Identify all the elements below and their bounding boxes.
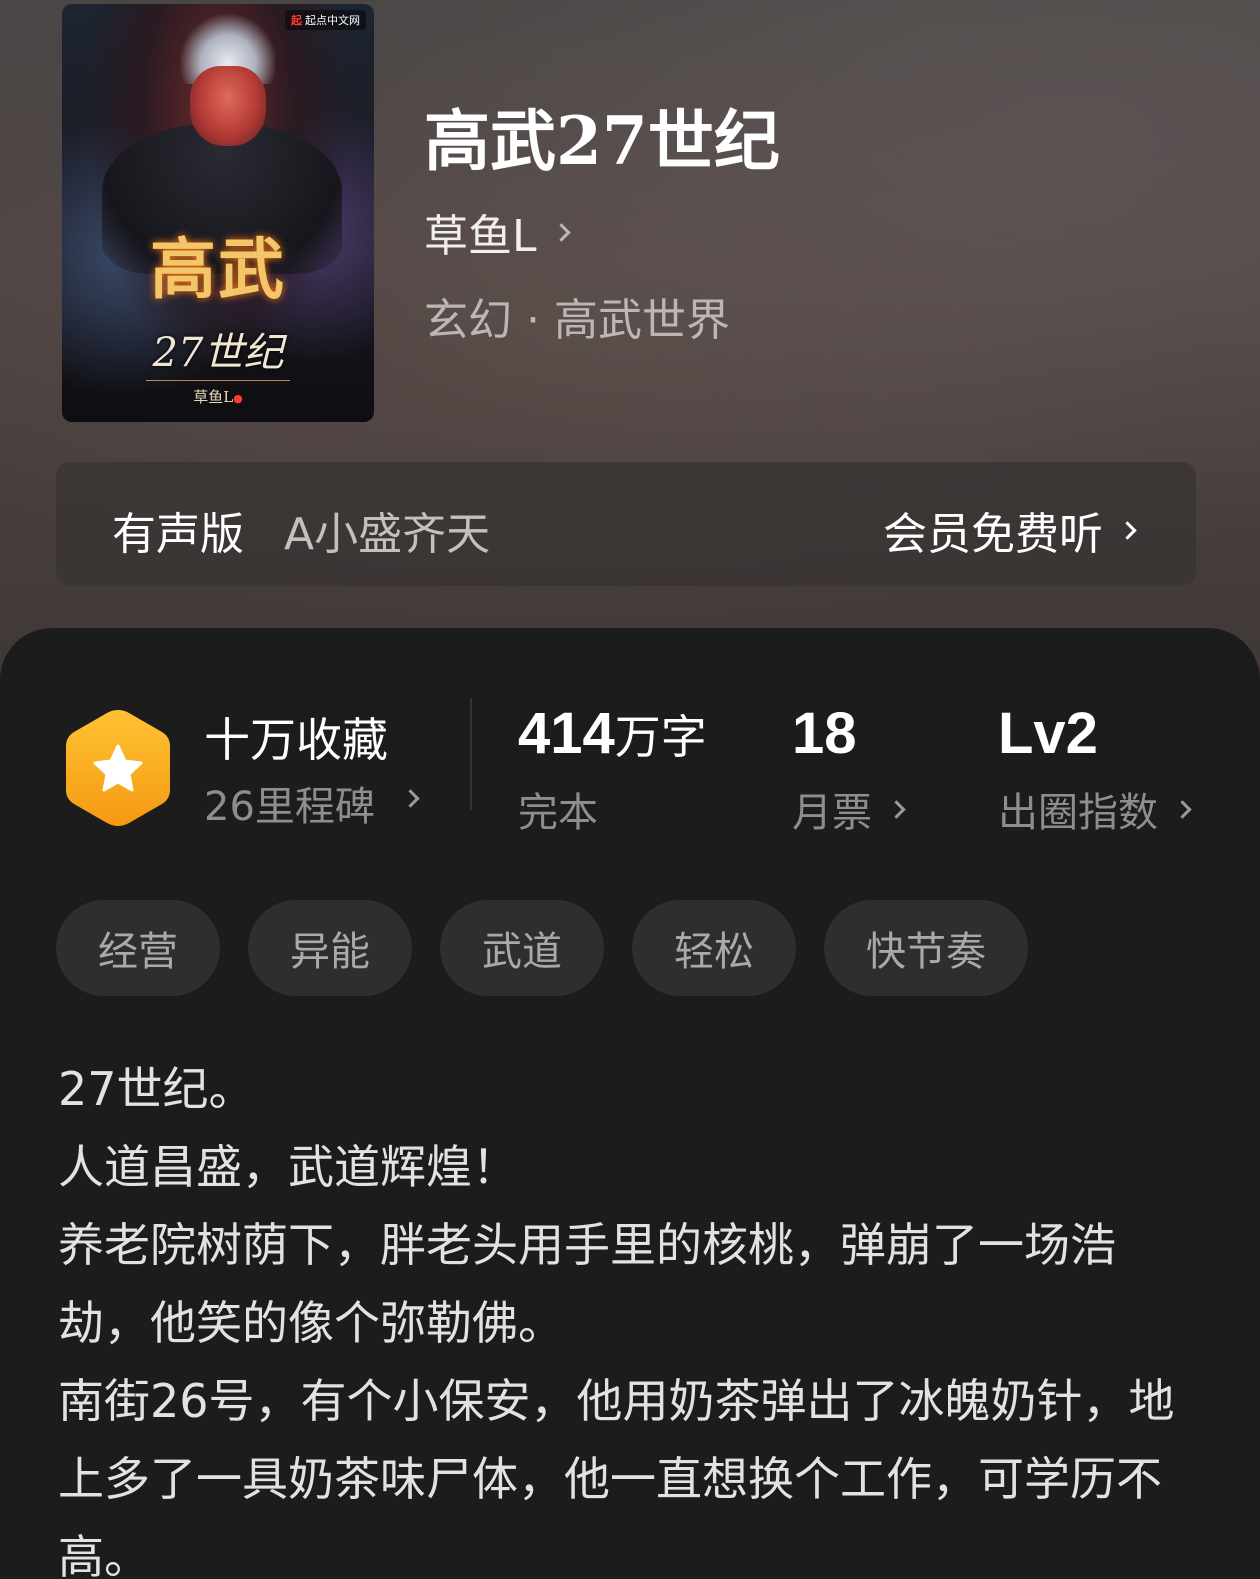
book-title: 高武27世纪 bbox=[424, 102, 780, 180]
description-paragraph: 人道昌盛，武道辉煌！ bbox=[58, 1140, 518, 1194]
tag-chip[interactable]: 轻松 bbox=[632, 900, 796, 996]
word-count: 414万字 bbox=[518, 701, 707, 766]
stats-divider bbox=[470, 698, 472, 810]
cover-subtitle-art: 27世纪 bbox=[152, 330, 284, 376]
collect-milestone-title[interactable]: 十万收藏 bbox=[204, 704, 388, 770]
star-badge-icon[interactable] bbox=[62, 706, 174, 830]
completion-status: 完本 bbox=[518, 790, 598, 836]
cover-author-art: 草鱼L● bbox=[193, 388, 243, 406]
influence-level[interactable]: Lv2 bbox=[998, 700, 1098, 767]
tag-chip[interactable]: 武道 bbox=[440, 900, 604, 996]
tag-chip[interactable]: 异能 bbox=[248, 900, 412, 996]
author-link[interactable]: 草鱼L bbox=[424, 200, 571, 264]
author-name: 草鱼L bbox=[424, 211, 537, 262]
monthly-ticket-count[interactable]: 18 bbox=[792, 700, 857, 767]
description-paragraph: 27世纪。 bbox=[58, 1062, 255, 1116]
chevron-right-icon bbox=[887, 799, 906, 819]
book-genre: 玄幻 · 高武世界 bbox=[424, 295, 730, 346]
tag-chip[interactable]: 快节奏 bbox=[824, 900, 1028, 996]
cover-title-art: 高武 bbox=[150, 230, 286, 308]
audio-narrator: A小盛齐天 bbox=[284, 509, 491, 560]
tag-list: 经营 异能 武道 轻松 快节奏 bbox=[56, 900, 1028, 996]
audio-version-bar[interactable]: 有声版 A小盛齐天 会员免费听 bbox=[56, 462, 1196, 586]
monthly-ticket-link[interactable]: 月票 bbox=[792, 780, 906, 838]
chevron-right-icon bbox=[1173, 799, 1192, 819]
chevron-right-icon bbox=[551, 222, 571, 242]
book-description[interactable]: 27世纪。 人道昌盛，武道辉煌！ 养老院树荫下，胖老头用手里的核桃，弹崩了一场浩… bbox=[58, 1050, 1198, 1579]
description-paragraph: 养老院树荫下，胖老头用手里的核桃，弹崩了一场浩劫，他笑的像个弥勒佛。 bbox=[58, 1218, 1116, 1350]
tag-chip[interactable]: 经营 bbox=[56, 900, 220, 996]
collect-milestone-sub[interactable]: 26里程碑 bbox=[204, 774, 375, 832]
vip-listen-button[interactable]: 会员免费听 bbox=[883, 498, 1137, 562]
influence-index-link[interactable]: 出圈指数 bbox=[998, 780, 1192, 838]
cover-publisher-logo: 起起点中文网 bbox=[285, 10, 366, 30]
cover-divider bbox=[146, 380, 290, 381]
chevron-right-icon bbox=[1118, 520, 1137, 540]
book-cover[interactable]: 起起点中文网 高武 27世纪 草鱼L● bbox=[62, 4, 374, 422]
vip-listen-label: 会员免费听 bbox=[883, 509, 1103, 560]
description-paragraph: 南街26号，有个小保安，他用奶茶弹出了冰魄奶针，地上多了一具奶茶味尸体，他一直想… bbox=[58, 1374, 1175, 1579]
audio-label: 有声版 bbox=[112, 509, 244, 560]
cover-figure-face bbox=[190, 66, 266, 146]
